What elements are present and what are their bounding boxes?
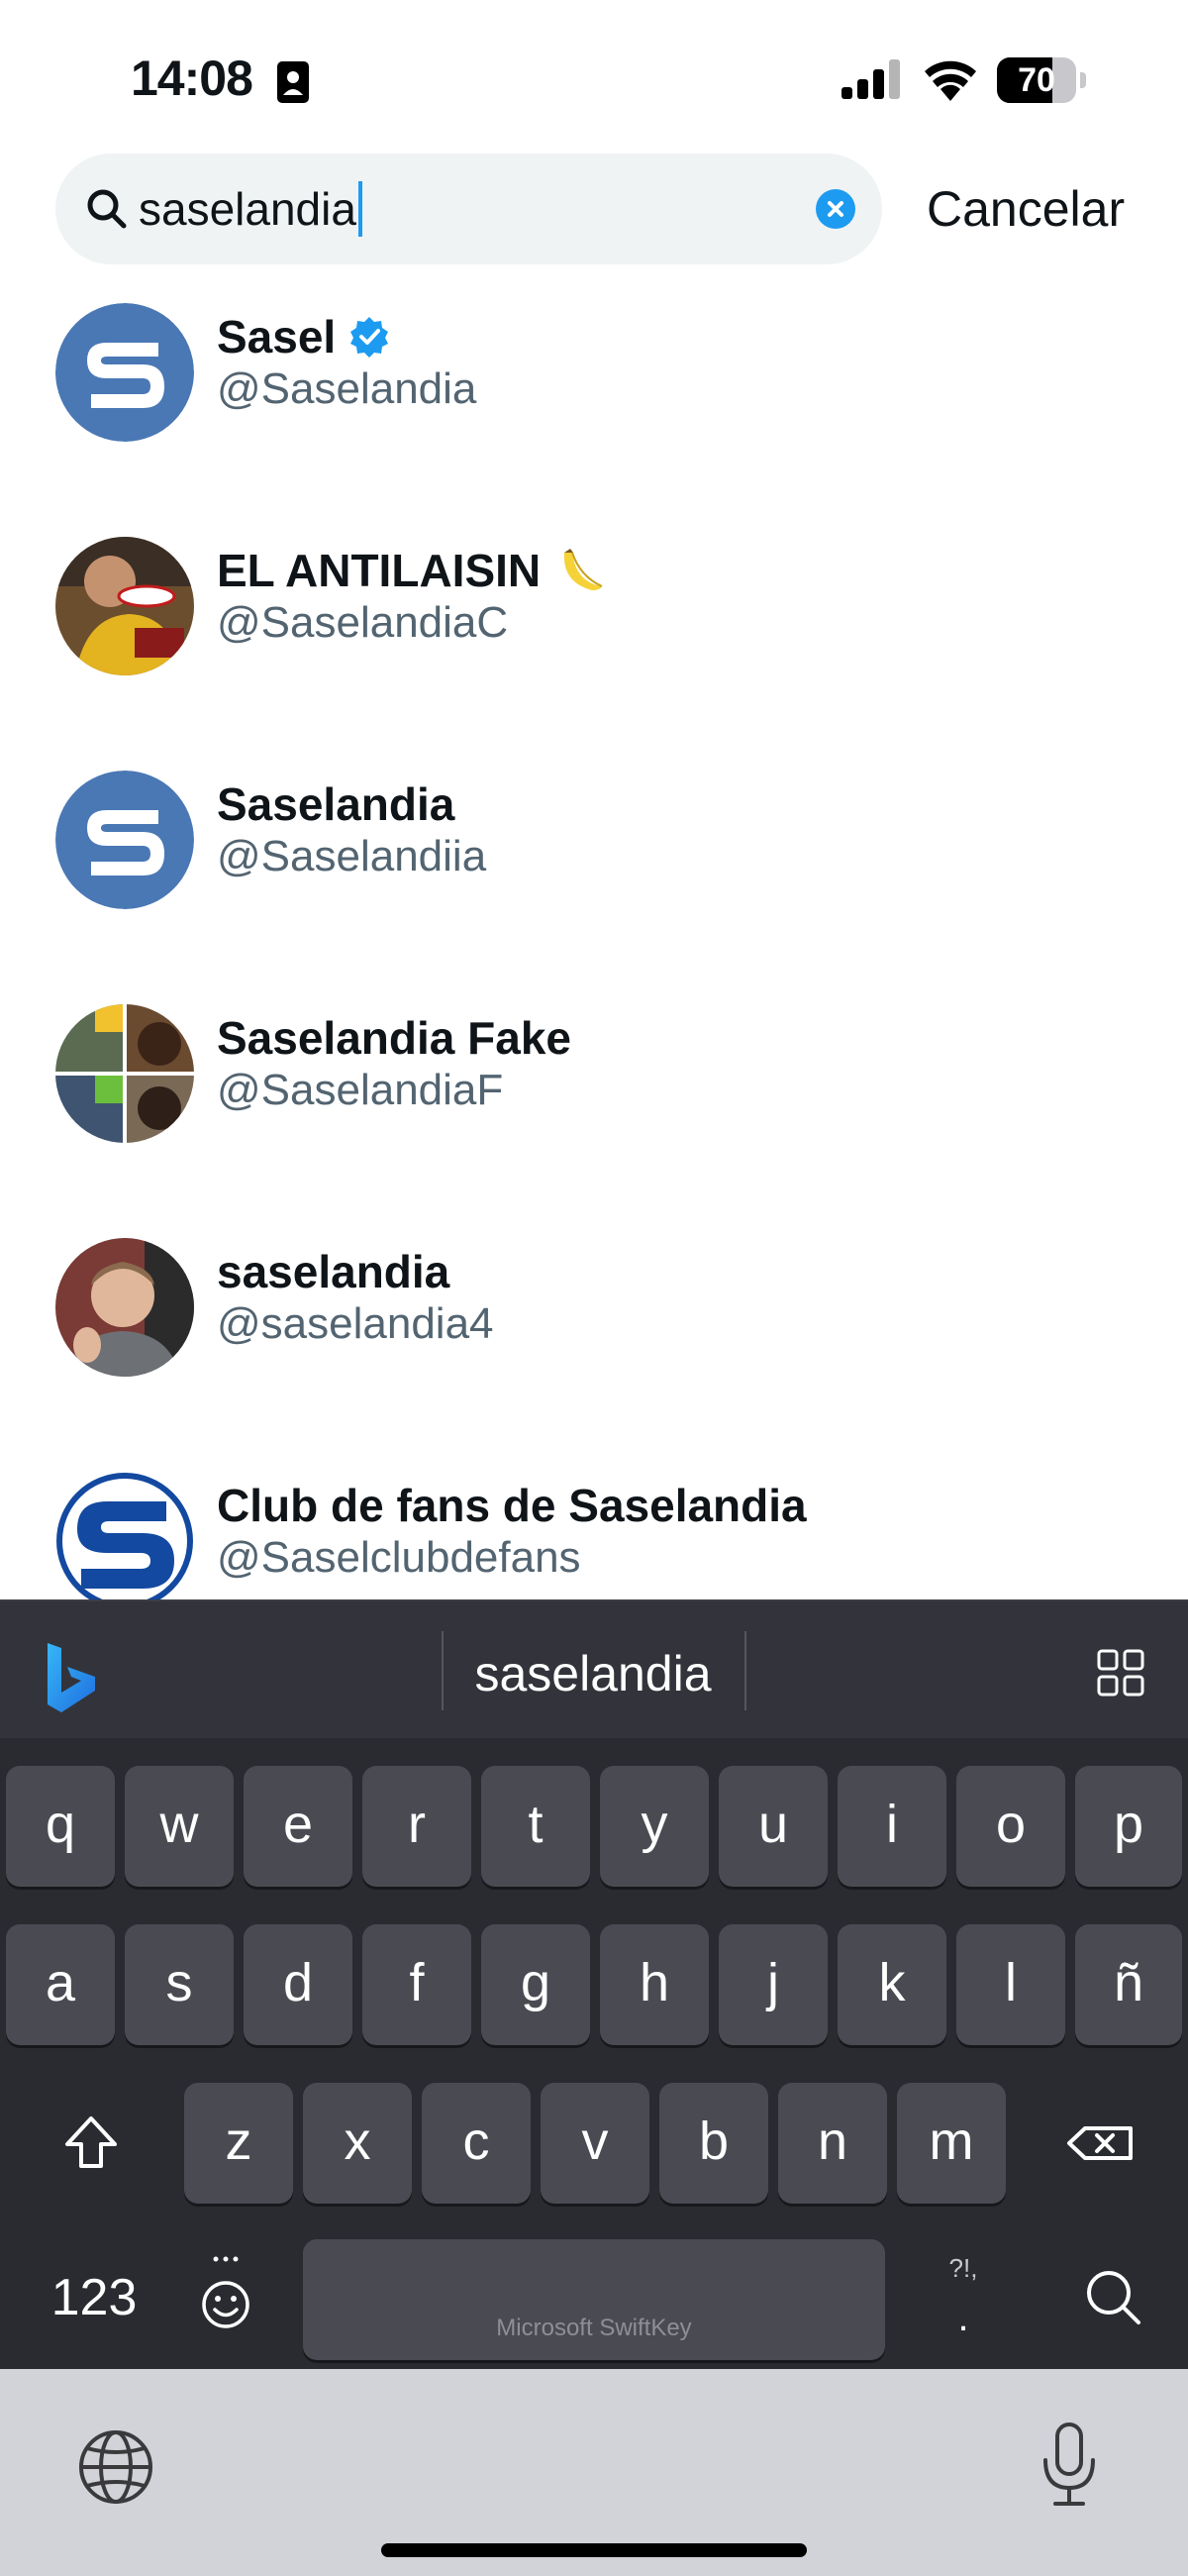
key-z[interactable]: z [184, 2083, 293, 2204]
key-t[interactable]: t [481, 1766, 590, 1887]
key-o[interactable]: o [956, 1766, 1065, 1887]
key-p[interactable]: p [1075, 1766, 1182, 1887]
avatar [55, 1004, 194, 1143]
key-y[interactable]: y [600, 1766, 709, 1887]
avatar [55, 537, 194, 675]
list-item[interactable]: Club de fans de Saselandia @Saselclubdef… [0, 1456, 1188, 1599]
key-g[interactable]: g [481, 1924, 590, 2045]
punctuation-key[interactable]: ?!, . [915, 2239, 1012, 2360]
list-item[interactable]: Saselandia @Saselandiia [0, 755, 1188, 988]
key-e[interactable]: e [244, 1766, 352, 1887]
emoji-key[interactable] [178, 2239, 273, 2360]
clear-search-button[interactable] [816, 189, 855, 229]
shift-key[interactable] [40, 2083, 143, 2204]
cancel-button[interactable]: Cancelar [927, 174, 1125, 244]
divider [744, 1631, 746, 1710]
key-u[interactable]: u [719, 1766, 828, 1887]
account-handle: @Saselandiia [217, 832, 487, 880]
key-n-tilde[interactable]: ñ [1075, 1924, 1182, 2045]
account-handle: @Saselclubdefans [217, 1533, 581, 1582]
avatar [55, 1472, 194, 1599]
key-x[interactable]: x [303, 2083, 412, 2204]
status-bar: 14:08 70 [0, 0, 1188, 149]
text-caret [357, 181, 362, 237]
search-icon [87, 189, 127, 229]
key-q[interactable]: q [6, 1766, 115, 1887]
key-s[interactable]: s [125, 1924, 234, 2045]
key-v[interactable]: v [541, 2083, 649, 2204]
list-item[interactable]: saselandia @saselandia4 [0, 1222, 1188, 1456]
key-i[interactable]: i [838, 1766, 946, 1887]
banana-icon [564, 549, 603, 590]
keyboard-bottom-bar [0, 2369, 1188, 2576]
contact-card-icon [277, 61, 309, 103]
avatar [55, 1238, 194, 1377]
account-name: Sasel [217, 311, 337, 362]
key-j[interactable]: j [719, 1924, 828, 2045]
microphone-icon[interactable] [1040, 2421, 1099, 2510]
account-name: Saselandia Fake [217, 1012, 571, 1064]
space-key[interactable]: Microsoft SwiftKey [303, 2239, 885, 2360]
cellular-signal-icon [842, 59, 900, 99]
key-l[interactable]: l [956, 1924, 1065, 2045]
account-handle: @saselandia4 [217, 1299, 494, 1348]
key-h[interactable]: h [600, 1924, 709, 2045]
search-icon [1087, 2271, 1140, 2324]
key-b[interactable]: b [659, 2083, 768, 2204]
numbers-key[interactable]: 123 [36, 2239, 152, 2360]
toolbar-grid-icon[interactable] [1097, 1649, 1144, 1697]
account-handle: @SaselandiaC [217, 598, 509, 647]
backspace-key[interactable] [1045, 2083, 1154, 2204]
search-results-list: Sasel @Saselandia EL ANTILAISIN @Saselan… [0, 287, 1188, 1599]
account-handle: @SaselandiaF [217, 1066, 504, 1114]
home-indicator[interactable] [381, 2543, 807, 2557]
suggestion-bar: saselandia [0, 1599, 1188, 1738]
key-a[interactable]: a [6, 1924, 115, 2045]
backspace-icon [1067, 2126, 1133, 2160]
account-name: Saselandia [217, 778, 455, 830]
key-m[interactable]: m [897, 2083, 1006, 2204]
search-bar[interactable]: saselandia [55, 154, 882, 264]
word-suggestion[interactable]: saselandia [444, 1639, 742, 1708]
key-f[interactable]: f [362, 1924, 471, 2045]
list-item[interactable]: EL ANTILAISIN @SaselandiaC [0, 521, 1188, 755]
wifi-icon [925, 60, 976, 101]
globe-icon[interactable] [77, 2428, 154, 2506]
list-item[interactable]: Sasel @Saselandia [0, 287, 1188, 521]
battery-level: 70 [1018, 61, 1055, 99]
search-key[interactable] [1059, 2239, 1168, 2360]
battery-indicator: 70 [997, 57, 1086, 103]
status-time: 14:08 [131, 51, 253, 106]
period-glyph: . [957, 2296, 969, 2339]
account-name: Club de fans de Saselandia [217, 1480, 807, 1531]
key-c[interactable]: c [422, 2083, 531, 2204]
emoji-smiley-icon [202, 2256, 249, 2328]
close-icon [828, 201, 843, 217]
avatar [55, 303, 194, 442]
account-name: saselandia [217, 1246, 450, 1297]
search-input[interactable]: saselandia [139, 179, 362, 239]
list-item[interactable]: Saselandia Fake @SaselandiaF [0, 988, 1188, 1222]
search-query: saselandia [139, 183, 356, 235]
key-w[interactable]: w [125, 1766, 234, 1887]
account-handle: @Saselandia [217, 364, 477, 413]
key-d[interactable]: d [244, 1924, 352, 2045]
account-name: EL ANTILAISIN [217, 545, 542, 596]
key-n[interactable]: n [778, 2083, 887, 2204]
shift-icon [65, 2116, 117, 2168]
avatar [55, 771, 194, 909]
key-r[interactable]: r [362, 1766, 471, 1887]
bing-icon[interactable] [44, 1643, 99, 1712]
key-k[interactable]: k [838, 1924, 946, 2045]
verified-badge-icon [350, 317, 389, 358]
